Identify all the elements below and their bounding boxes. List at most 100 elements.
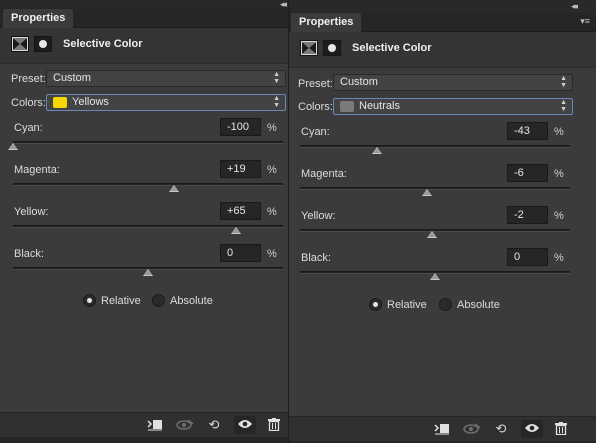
relative-radio[interactable] — [83, 294, 96, 307]
yellow-value-field[interactable]: -2 — [507, 206, 548, 224]
layer-mask-icon[interactable] — [34, 36, 52, 52]
reset-button[interactable]: ⟲ — [203, 416, 225, 434]
reset-icon: ⟲ — [495, 421, 507, 436]
cyan-slider-track[interactable] — [13, 141, 283, 144]
adjustment-title: Selective Color — [63, 38, 143, 50]
colors-label: Colors: — [298, 101, 333, 113]
magenta-percent-unit: % — [554, 168, 564, 180]
collapse-panel-icon[interactable]: ◂◂ — [571, 2, 578, 11]
trash-icon — [550, 422, 572, 435]
absolute-label: Absolute — [457, 299, 500, 311]
black-value-field[interactable]: 0 — [507, 248, 548, 266]
preset-value: Custom — [53, 72, 91, 84]
preset-label: Preset: — [11, 73, 46, 85]
absolute-radio[interactable] — [152, 294, 165, 307]
colors-select[interactable]: Yellows ▲ ▼ — [46, 94, 286, 111]
yellow-value-field[interactable]: +65 — [220, 202, 261, 220]
select-chevron-icon: ▲ ▼ — [273, 95, 280, 109]
relative-label: Relative — [387, 299, 427, 311]
magenta-value-field[interactable]: +19 — [220, 160, 261, 178]
magenta-slider-track[interactable] — [13, 183, 283, 186]
cyan-label: Cyan: — [301, 126, 330, 138]
cyan-slider-thumb[interactable] — [8, 143, 18, 150]
preset-select[interactable]: Custom ▲ ▼ — [333, 74, 573, 91]
panel-menu-icon[interactable]: ▾≡ — [580, 14, 590, 28]
black-slider-thumb[interactable] — [143, 269, 153, 276]
cyan-percent-unit: % — [554, 126, 564, 138]
clip-to-layer-button[interactable] — [431, 420, 453, 438]
panel-tab-bar: Properties ▾≡ — [289, 12, 596, 32]
select-chevron-icon: ▲ ▼ — [273, 71, 280, 85]
magenta-slider-thumb[interactable] — [169, 185, 179, 192]
view-previous-state-button[interactable] — [174, 416, 196, 434]
black-value-field[interactable]: 0 — [220, 244, 261, 262]
yellow-percent-unit: % — [554, 210, 564, 222]
selective-color-icon[interactable] — [11, 36, 29, 52]
clip-to-layer-button[interactable] — [144, 416, 166, 434]
trash-icon — [263, 418, 285, 431]
relative-label: Relative — [101, 295, 141, 307]
tab-properties[interactable]: Properties — [3, 9, 74, 28]
cyan-slider-track[interactable] — [300, 145, 570, 148]
reset-icon: ⟲ — [208, 417, 220, 432]
colors-value: Neutrals — [359, 100, 400, 112]
selective-color-icon[interactable] — [300, 40, 318, 56]
yellow-slider-track[interactable] — [13, 225, 283, 228]
magenta-slider-track[interactable] — [300, 187, 570, 190]
color-swatch — [340, 101, 354, 112]
panel-footer-toolbar: ⟲ — [289, 416, 596, 441]
toggle-visibility-button[interactable] — [234, 416, 256, 434]
preset-value: Custom — [340, 76, 378, 88]
layer-mask-icon[interactable] — [323, 40, 341, 56]
reset-button[interactable]: ⟲ — [490, 420, 512, 438]
clip-to-layer-icon — [431, 422, 453, 436]
preset-select[interactable]: Custom ▲ ▼ — [46, 70, 286, 87]
black-label: Black: — [14, 248, 44, 260]
toggle-visibility-button[interactable] — [521, 420, 543, 438]
magenta-label: Magenta: — [301, 168, 347, 180]
cyan-value-field[interactable]: -43 — [507, 122, 548, 140]
magenta-label: Magenta: — [14, 164, 60, 176]
tab-properties[interactable]: Properties — [291, 13, 362, 32]
view-previous-state-icon — [461, 422, 483, 436]
relative-radio[interactable] — [369, 298, 382, 311]
yellow-label: Yellow: — [14, 206, 49, 218]
adjustment-header: Selective Color — [0, 28, 288, 64]
cyan-value-field[interactable]: -100 — [220, 118, 261, 136]
magenta-value-field[interactable]: -6 — [507, 164, 548, 182]
delete-button[interactable] — [263, 416, 285, 434]
clip-to-layer-icon — [144, 418, 166, 432]
magenta-slider-thumb[interactable] — [422, 189, 432, 196]
cyan-label: Cyan: — [14, 122, 43, 134]
black-label: Black: — [301, 252, 331, 264]
adjustment-header: Selective Color — [289, 32, 596, 68]
select-chevron-icon: ▲ ▼ — [560, 99, 567, 113]
black-slider-thumb[interactable] — [430, 273, 440, 280]
yellow-percent-unit: % — [267, 206, 277, 218]
colors-select[interactable]: Neutrals ▲ ▼ — [333, 98, 573, 115]
cyan-percent-unit: % — [267, 122, 277, 134]
color-swatch — [53, 97, 67, 108]
yellow-slider-thumb[interactable] — [231, 227, 241, 234]
yellow-slider-thumb[interactable] — [427, 231, 437, 238]
yellow-label: Yellow: — [301, 210, 336, 222]
view-previous-state-button[interactable] — [461, 420, 483, 438]
black-percent-unit: % — [267, 248, 277, 260]
magenta-percent-unit: % — [267, 164, 277, 176]
properties-panel-right: ◂◂ Properties ▾≡ Selective Color Preset:… — [289, 0, 596, 443]
panel-tab-bar: Properties — [0, 8, 288, 28]
cyan-slider-thumb[interactable] — [372, 147, 382, 154]
visibility-eye-icon — [234, 418, 256, 430]
panel-bottom-strip — [0, 437, 288, 443]
select-chevron-icon: ▲ ▼ — [560, 75, 567, 89]
view-previous-state-icon — [174, 418, 196, 432]
panel-footer-toolbar: ⟲ — [0, 412, 288, 437]
absolute-label: Absolute — [170, 295, 213, 307]
visibility-eye-icon — [521, 422, 543, 434]
colors-label: Colors: — [11, 97, 46, 109]
properties-panel-left: ◂◂ Properties Selective Color Preset: Cu… — [0, 0, 288, 443]
preset-label: Preset: — [298, 78, 333, 90]
colors-value: Yellows — [72, 96, 109, 108]
delete-button[interactable] — [550, 420, 572, 438]
absolute-radio[interactable] — [439, 298, 452, 311]
